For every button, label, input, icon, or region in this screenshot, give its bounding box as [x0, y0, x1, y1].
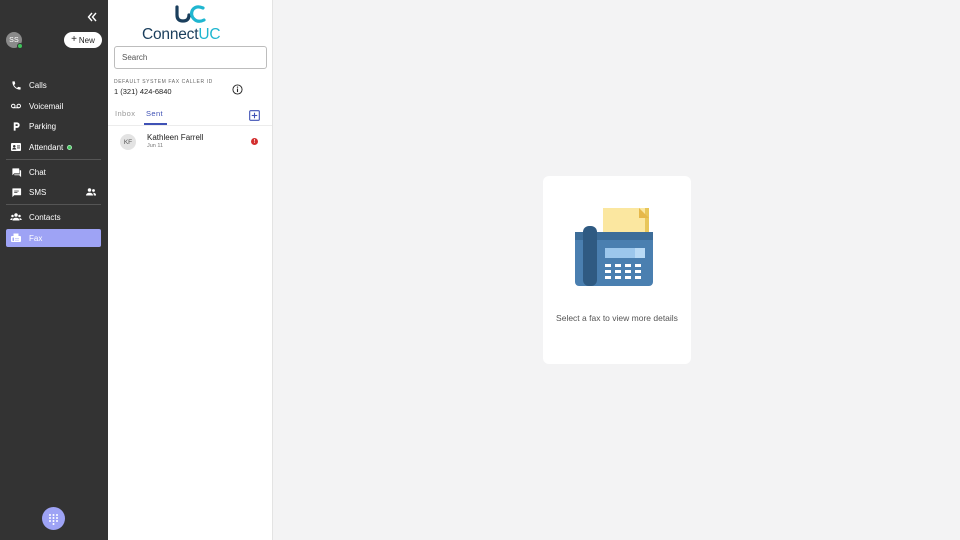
nav-item-fax[interactable]: Fax	[6, 229, 101, 247]
empty-state-message: Select a fax to view more details	[556, 313, 678, 323]
nav-label-fax: Fax	[29, 233, 43, 243]
nav-item-voicemail[interactable]: Voicemail	[6, 97, 101, 115]
dialpad-button[interactable]	[42, 507, 65, 530]
contact-avatar: KF	[120, 134, 136, 150]
group-icon[interactable]	[85, 186, 97, 198]
online-status-indicator	[17, 43, 23, 49]
fax-contact-name: Kathleen Farrell	[147, 133, 204, 142]
user-avatar[interactable]: SS	[6, 32, 23, 49]
nav-item-sms[interactable]: SMS	[6, 183, 101, 201]
nav-label-attendant: Attendant	[29, 142, 64, 152]
voicemail-icon	[10, 100, 22, 112]
nav-item-parking[interactable]: Parking	[6, 117, 101, 135]
nav-label-chat: Chat	[29, 167, 46, 177]
logo-prefix: Connect	[142, 26, 199, 43]
nav-label-parking: Parking	[29, 121, 57, 131]
nav-label-sms: SMS	[29, 187, 47, 197]
plus-icon: +	[71, 34, 77, 45]
nav-divider	[6, 159, 101, 160]
compose-fax-icon[interactable]	[249, 108, 260, 121]
new-button[interactable]: + New	[64, 32, 102, 48]
tabs-divider	[108, 125, 272, 126]
info-icon[interactable]	[232, 82, 243, 95]
error-icon: !	[251, 138, 258, 145]
tab-inbox[interactable]: Inbox	[115, 109, 135, 118]
caller-id-label: DEFAULT SYSTEM FAX CALLER ID	[114, 79, 213, 85]
connectuc-logo-text: ConnectUC	[142, 26, 221, 44]
nav-label-voicemail: Voicemail	[29, 101, 64, 111]
empty-state-card: Select a fax to view more details	[543, 176, 691, 364]
sidebar: SS + New Calls Voicemail Parking Attenda…	[0, 0, 108, 540]
fax-icon	[10, 232, 22, 244]
dialpad-icon	[49, 513, 58, 525]
nav-item-calls[interactable]: Calls	[6, 76, 101, 94]
contacts-icon	[10, 211, 22, 223]
nav-label-contacts: Contacts	[29, 212, 61, 222]
collapse-sidebar-icon[interactable]	[86, 10, 98, 22]
logo-suffix: UC	[198, 26, 221, 43]
sms-icon	[10, 186, 22, 198]
search-input[interactable]	[114, 46, 267, 69]
phone-icon	[10, 79, 22, 91]
fax-date: Jun 11	[147, 143, 164, 149]
nav-divider	[6, 204, 101, 205]
attendant-status-dot	[67, 144, 73, 150]
nav-item-contacts[interactable]: Contacts	[6, 208, 101, 226]
caller-id-value: 1 (321) 424-6840	[114, 87, 172, 96]
tab-sent[interactable]: Sent	[146, 109, 163, 118]
nav-item-attendant[interactable]: Attendant	[6, 138, 101, 156]
user-initials: SS	[9, 36, 19, 44]
new-button-label: New	[78, 35, 95, 45]
nav-item-chat[interactable]: Chat	[6, 163, 101, 181]
attendant-icon	[10, 141, 22, 153]
fax-detail-area: Select a fax to view more details	[273, 0, 960, 540]
fax-list-panel: ConnectUC DEFAULT SYSTEM FAX CALLER ID 1…	[108, 0, 273, 540]
parking-icon	[10, 120, 22, 132]
fax-machine-illustration	[575, 208, 653, 286]
fax-list-item[interactable]: KF Kathleen Farrell Jun 11 !	[108, 128, 272, 156]
nav-label-calls: Calls	[29, 80, 47, 90]
chat-icon	[10, 166, 22, 178]
